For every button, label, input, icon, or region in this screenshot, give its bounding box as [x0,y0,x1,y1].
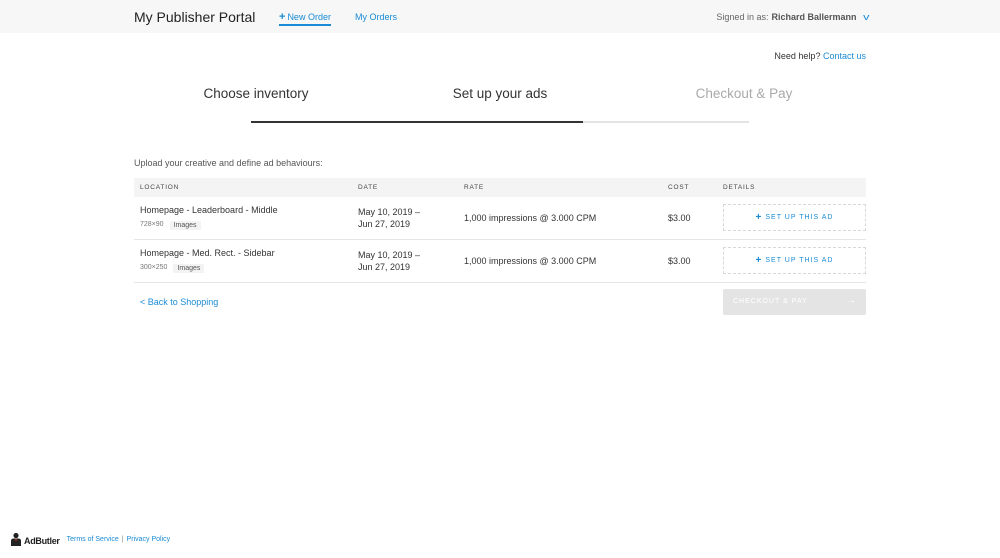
checkout-steps: Choose inventory Set up your ads Checkou… [134,86,866,126]
column-location: LOCATION [140,184,180,191]
set-up-ad-button[interactable]: + SET UP THIS AD [723,204,866,231]
instructions-text: Upload your creative and define ad behav… [134,158,323,168]
ad-date-start: May 10, 2019 – [358,250,421,260]
plus-icon: + [755,212,762,223]
user-menu[interactable]: Signed in as: Richard Ballermann v [716,12,868,22]
step-checkout-pay: Checkout & Pay [695,86,793,101]
help-text: Need help? Contact us [774,51,866,61]
need-help-label: Need help? [774,51,821,61]
ad-cost: $3.00 [668,213,691,223]
checkout-pay-label: CHECKOUT & PAY [733,298,808,305]
top-navbar: My Publisher Portal + New Order My Order… [0,0,1000,33]
column-cost: COST [668,184,690,191]
plus-icon: + [279,10,286,23]
step-choose-inventory[interactable]: Choose inventory [134,86,378,101]
logo-text: AdButler [24,536,60,546]
table-row: Homepage - Leaderboard - Middle 728×90 I… [134,197,866,240]
ad-rate: 1,000 impressions @ 3.000 CPM [464,213,597,223]
column-date: DATE [358,184,379,191]
ad-type-badge: Images [173,264,205,273]
ad-location: Homepage - Leaderboard - Middle [140,205,278,215]
column-details: DETAILS [723,184,756,191]
step-progress-fill [251,121,583,123]
privacy-link[interactable]: Privacy Policy [127,536,171,543]
ad-date-end: Jun 27, 2019 [358,219,411,229]
ad-size: 728×90 [140,221,164,228]
butler-icon [11,532,21,546]
ad-type-badge: Images [169,221,201,230]
ad-meta: 300×250 Images [140,264,205,273]
ad-cost: $3.00 [668,256,691,266]
user-name: Richard Ballermann [771,12,857,22]
table-header: LOCATION DATE RATE COST DETAILS [134,178,866,197]
plus-icon: + [755,255,762,266]
set-up-ad-label: SET UP THIS AD [765,257,834,264]
ad-rate: 1,000 impressions @ 3.000 CPM [464,256,597,266]
arrow-right-icon: → [846,295,856,306]
nav-new-order-label: New Order [287,12,331,22]
nav-new-order[interactable]: + New Order [279,10,331,26]
ads-table: LOCATION DATE RATE COST DETAILS Homepage… [134,178,866,283]
contact-us-link[interactable]: Contact us [823,51,866,61]
ad-date-end: Jun 27, 2019 [358,262,411,272]
set-up-ad-button[interactable]: + SET UP THIS AD [723,247,866,274]
set-up-ad-label: SET UP THIS AD [765,214,834,221]
ad-size: 300×250 [140,264,168,271]
ad-date-start: May 10, 2019 – [358,207,421,217]
column-rate: RATE [464,184,485,191]
ad-meta: 728×90 Images [140,221,201,230]
signed-in-label: Signed in as: [716,12,769,22]
adbutler-logo: AdButler [10,532,60,546]
portal-title: My Publisher Portal [134,9,256,25]
checkout-pay-button[interactable]: CHECKOUT & PAY → [723,289,866,315]
terms-link[interactable]: Terms of Service [67,536,119,543]
chevron-down-icon: v [862,12,869,22]
ad-date-range: May 10, 2019 – Jun 27, 2019 [358,249,438,273]
step-set-up-ads[interactable]: Set up your ads [378,86,622,101]
footer-separator: | [121,535,124,543]
ad-location: Homepage - Med. Rect. - Sidebar [140,248,275,258]
table-row: Homepage - Med. Rect. - Sidebar 300×250 … [134,240,866,283]
ad-date-range: May 10, 2019 – Jun 27, 2019 [358,206,438,230]
nav-my-orders[interactable]: My Orders [355,12,397,22]
step-progress-bar [251,121,749,123]
back-to-shopping-link[interactable]: < Back to Shopping [140,297,218,307]
footer: AdButler Terms of Service | Privacy Poli… [10,532,170,546]
